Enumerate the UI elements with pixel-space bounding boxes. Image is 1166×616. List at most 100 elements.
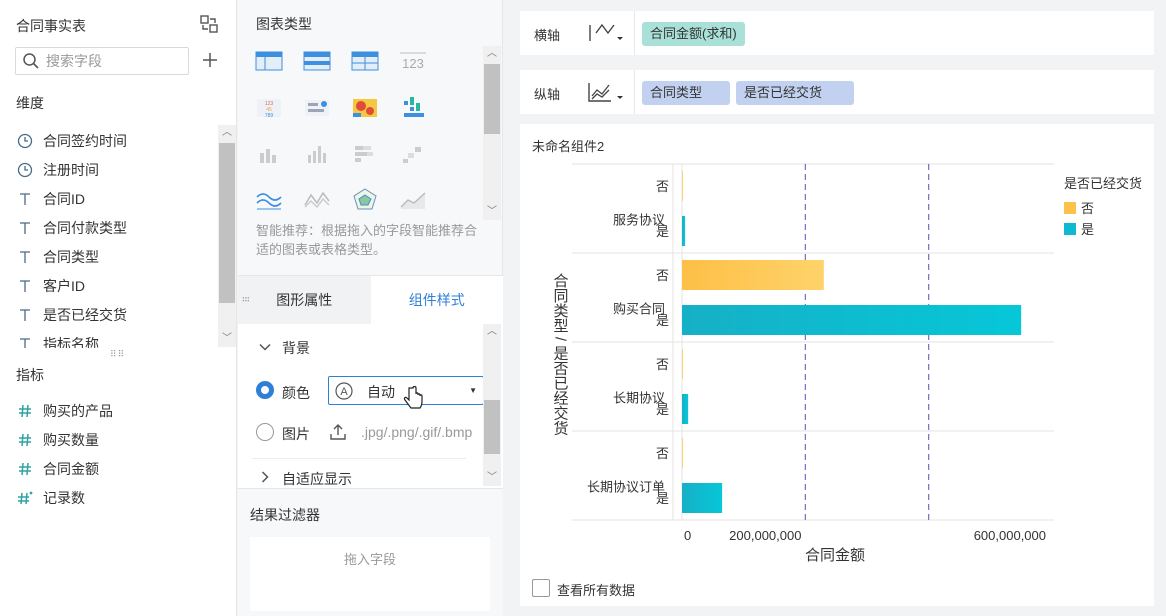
background-section-title[interactable]: 背景 (282, 338, 310, 358)
bar-no (682, 171, 683, 201)
add-field-icon[interactable] (201, 51, 219, 69)
number-icon[interactable]: 123 (398, 48, 428, 74)
y-axis-field-pill-1[interactable]: 合同类型 (642, 81, 730, 105)
field-label: 合同付款类型 (43, 219, 127, 236)
scroll-up-icon[interactable]: ︿ (218, 125, 236, 141)
style-scrollbar[interactable]: ︿ ﹀ (483, 324, 501, 486)
radar-chart-icon[interactable] (350, 187, 380, 213)
switch-table-icon[interactable] (199, 14, 219, 34)
svg-text:789: 789 (265, 113, 274, 119)
field-item[interactable]: 购买数量 (0, 425, 218, 454)
sub-category-label: 是 (656, 224, 669, 239)
scroll-up-icon[interactable]: ︿ (483, 46, 501, 62)
field-label: 合同ID (43, 190, 85, 207)
search-input[interactable] (46, 51, 184, 71)
x-axis-label: 横轴 (534, 28, 561, 43)
smart-recommend-hint: 智能推荐：根据拖入的字段智能推荐合适的图表或表格类型。 (256, 223, 478, 257)
line-chart-icon[interactable] (254, 187, 284, 213)
y-axis-chart-icon[interactable] (586, 80, 626, 104)
auto-icon: A (335, 382, 353, 400)
y-axis-title: 合同类型 / 是否已经交货 (552, 273, 569, 436)
field-panel: 合同事实表 维度 合同签约时间注册时间合同ID 合同付款类型合同类型客户ID 是否已… (0, 0, 237, 616)
adaptive-display-title[interactable]: 自适应显示 (282, 469, 352, 489)
cross-table-icon[interactable] (302, 48, 332, 74)
legend-swatch (1064, 223, 1076, 235)
field-item[interactable]: 记录数 (0, 483, 218, 512)
field-item[interactable]: 是否已经交货 (0, 300, 218, 329)
scroll-thumb[interactable] (219, 143, 235, 303)
dimension-scrollbar[interactable]: ︿ ﹀ (218, 125, 236, 347)
heatmap-icon[interactable] (350, 95, 380, 121)
x-axis-bar: 横轴 合同金额(求和) (520, 11, 1154, 55)
show-all-data-label[interactable]: 查看所有数据 (557, 580, 635, 599)
field-item[interactable]: 购买的产品 (0, 396, 218, 425)
tab-graphic-properties[interactable]: 图形属性 (238, 276, 371, 324)
detail-table-icon[interactable] (350, 48, 380, 74)
field-item[interactable]: 合同ID (0, 184, 218, 213)
area-chart-icon[interactable] (398, 187, 428, 213)
chart-canvas-panel: 横轴 合同金额(求和) 纵轴 合同类型 是否已经交货 未命名组件2 服务协议否是… (504, 0, 1166, 616)
hash-icon (17, 461, 33, 477)
bar-chart-icon[interactable] (254, 141, 284, 167)
kpi-icon[interactable] (302, 95, 332, 121)
field-item[interactable]: 合同付款类型 (0, 213, 218, 242)
result-filter-title: 结果过滤器 (250, 507, 320, 523)
x-axis-chart-icon[interactable] (586, 21, 626, 45)
bar-yes (682, 483, 723, 513)
tab-component-style[interactable]: 组件样式 (370, 276, 503, 324)
y-axis-field-pill-2[interactable]: 是否已经交货 (736, 81, 854, 105)
upload-icon[interactable] (330, 423, 346, 441)
field-item[interactable]: 合同签约时间 (0, 126, 218, 155)
category-label: 长期协议订单 (587, 479, 665, 494)
column-chart-icon[interactable] (302, 141, 332, 167)
field-item[interactable]: 合同金额 (0, 454, 218, 483)
splitter-handle[interactable]: ⠿ (240, 296, 250, 304)
scroll-down-icon[interactable]: ﹀ (483, 204, 501, 220)
chart-type-scrollbar[interactable]: ︿ ﹀ (483, 46, 501, 220)
table-icon[interactable] (254, 48, 284, 74)
field-item[interactable]: 客户ID (0, 271, 218, 300)
bar-yes (682, 305, 1022, 335)
x-axis-field-pill[interactable]: 合同金额(求和) (642, 22, 745, 46)
scroll-down-icon[interactable]: ﹀ (218, 331, 236, 347)
scroll-down-icon[interactable]: ﹀ (483, 470, 501, 486)
field-label: 客户ID (43, 277, 85, 294)
multi-value-icon[interactable]: 123 45 789 (254, 95, 284, 121)
text-type-icon (17, 191, 33, 207)
x-tick-label: 200,000,000 (729, 528, 801, 543)
bar-no (682, 438, 683, 468)
scroll-thumb[interactable] (484, 64, 500, 134)
bar-no (682, 260, 824, 290)
field-item[interactable]: 注册时间 (0, 155, 218, 184)
field-label: 合同类型 (43, 248, 99, 265)
sub-category-label: 否 (656, 446, 669, 461)
measures-heading: 指标 (16, 367, 44, 383)
clock-icon (17, 133, 33, 149)
waterfall-icon[interactable] (398, 95, 428, 121)
chevron-right-icon[interactable] (258, 470, 272, 484)
splitter-handle[interactable]: ⠿⠿ (110, 349, 125, 360)
hash-icon (17, 403, 33, 419)
legend-label: 否 (1081, 201, 1094, 216)
scroll-thumb[interactable] (484, 400, 500, 454)
filter-drop-zone[interactable]: 拖入字段 (250, 537, 490, 611)
image-radio[interactable] (256, 423, 274, 441)
text-type-icon (17, 278, 33, 294)
caret-down-icon: ▼ (469, 386, 477, 395)
result-filter-area: 结果过滤器 拖入字段 (238, 488, 503, 616)
radar-line-icon[interactable] (302, 187, 332, 213)
range-icon[interactable] (398, 141, 428, 167)
bar-yes (682, 216, 686, 246)
stacked-bar-icon[interactable] (350, 141, 380, 167)
scroll-up-icon[interactable]: ︿ (483, 324, 501, 340)
field-item[interactable]: 合同类型 (0, 242, 218, 271)
field-item[interactable]: 指标名称 (0, 329, 218, 348)
chart-component[interactable]: 未命名组件2 服务协议否是购买合同否是长期协议否是长期协议订单否是 0 200,00… (520, 124, 1154, 606)
bar-yes (682, 394, 689, 424)
divider (252, 458, 466, 459)
show-all-data-checkbox[interactable] (532, 579, 550, 597)
chevron-down-icon[interactable] (258, 340, 272, 354)
legend-title: 是否已经交货 (1064, 176, 1142, 191)
color-radio[interactable] (256, 381, 274, 399)
dimension-list: 合同签约时间 注册时间合同ID 合同付款类型 合同类型客户ID 是否已经交货 指标名称 (0, 126, 218, 348)
